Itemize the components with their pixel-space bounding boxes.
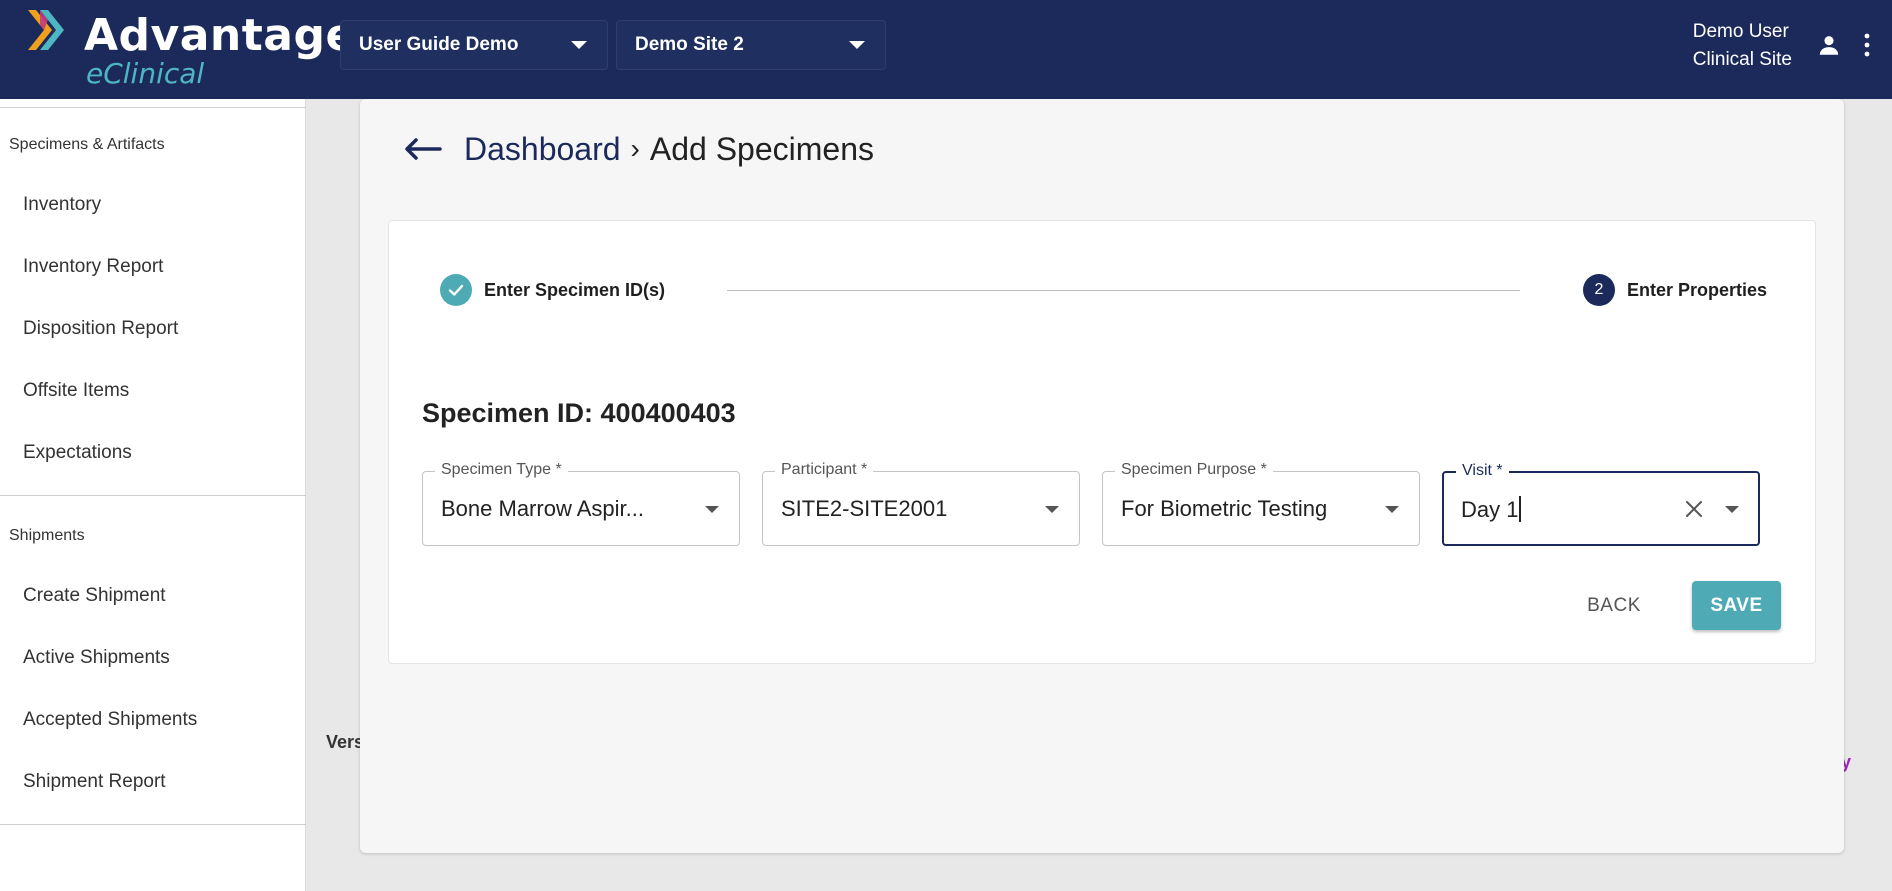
field-value: SITE2-SITE2001	[781, 496, 948, 521]
sidebar-item-expectations[interactable]: Expectations	[23, 442, 132, 464]
sidebar-section-specimens: Specimens & Artifacts	[9, 136, 165, 153]
chevron-down-icon[interactable]	[1385, 506, 1399, 513]
study-selector-value: User Guide Demo	[359, 34, 519, 55]
check-circle-icon	[440, 274, 472, 306]
step-enter-specimen-ids[interactable]: Enter Specimen ID(s)	[440, 274, 665, 306]
breadcrumb-dashboard-link[interactable]: Dashboard	[464, 131, 621, 168]
stepper-connector	[727, 290, 1520, 291]
sidebar-item-inventory-report[interactable]: Inventory Report	[23, 256, 163, 278]
breadcrumb: Dashboard › Add Specimens	[404, 124, 874, 174]
sidebar-item-disposition-report[interactable]: Disposition Report	[23, 318, 178, 340]
step-number-badge: 2	[1583, 274, 1615, 306]
user-info: Demo User Clinical Site	[1693, 18, 1792, 74]
step-label: Enter Properties	[1627, 279, 1768, 300]
visit-input[interactable]: Day 1	[1461, 496, 1522, 523]
chevron-down-icon	[571, 41, 587, 49]
participant-select[interactable]: Participant * SITE2-SITE2001	[762, 460, 1080, 546]
field-label: Specimen Purpose *	[1115, 460, 1273, 480]
visit-autocomplete[interactable]: Visit * Day 1	[1442, 461, 1760, 546]
breadcrumb-separator: ›	[630, 133, 640, 164]
back-button[interactable]: BACK	[1567, 583, 1661, 629]
sidebar-section-shipments: Shipments	[9, 527, 85, 544]
field-value: For Biometric Testing	[1121, 496, 1328, 521]
specimen-type-select[interactable]: Specimen Type * Bone Marrow Aspir...	[422, 460, 740, 546]
visit-input-value: Day 1	[1461, 497, 1519, 522]
sidebar-divider	[0, 107, 306, 108]
site-selector-value: Demo Site 2	[635, 34, 744, 55]
text-caret	[1519, 496, 1522, 522]
specimen-id-heading: Specimen ID: 400400403	[422, 398, 736, 428]
field-label: Specimen Type *	[435, 460, 568, 480]
person-icon[interactable]	[1816, 32, 1842, 58]
close-icon[interactable]	[1684, 499, 1704, 519]
sidebar-item-create-shipment[interactable]: Create Shipment	[23, 585, 166, 607]
sidebar-divider	[0, 824, 306, 825]
field-label: Visit *	[1456, 461, 1509, 481]
version-text: Vers	[326, 732, 365, 752]
sidebar: Specimens & Artifacts Inventory Inventor…	[0, 99, 306, 891]
field-value: Bone Marrow Aspir...	[441, 496, 644, 521]
specimen-purpose-select[interactable]: Specimen Purpose * For Biometric Testing	[1102, 460, 1420, 546]
sidebar-divider	[0, 495, 306, 496]
brand-logo[interactable]: Advantage eClinical	[24, 8, 355, 90]
study-selector[interactable]: User Guide Demo	[340, 20, 608, 70]
chevron-down-icon[interactable]	[1725, 506, 1739, 513]
sidebar-item-inventory[interactable]: Inventory	[23, 194, 101, 216]
top-app-bar: Advantage eClinical User Guide Demo Demo…	[0, 0, 1892, 99]
chevron-down-icon	[849, 41, 865, 49]
step-enter-properties[interactable]: 2 Enter Properties	[1583, 274, 1767, 306]
sidebar-item-accepted-shipments[interactable]: Accepted Shipments	[23, 709, 197, 731]
field-label: Participant *	[775, 460, 874, 480]
sidebar-item-offsite-items[interactable]: Offsite Items	[23, 380, 129, 402]
user-name: Demo User	[1692, 21, 1789, 42]
more-vert-icon[interactable]	[1862, 32, 1872, 58]
save-button[interactable]: SAVE	[1692, 581, 1781, 630]
sidebar-item-active-shipments[interactable]: Active Shipments	[23, 647, 170, 669]
chevron-down-icon[interactable]	[1045, 506, 1059, 513]
arrow-back-icon[interactable]	[404, 137, 442, 161]
chevron-down-icon[interactable]	[705, 506, 719, 513]
user-role: Clinical Site	[1692, 49, 1792, 70]
logo-chevron-icon	[28, 10, 64, 50]
page-title: Add Specimens	[649, 130, 874, 167]
site-selector[interactable]: Demo Site 2	[616, 20, 886, 70]
brand-subtitle: eClinical	[86, 57, 205, 90]
step-label: Enter Specimen ID(s)	[484, 279, 666, 300]
sidebar-item-shipment-report[interactable]: Shipment Report	[23, 771, 166, 793]
